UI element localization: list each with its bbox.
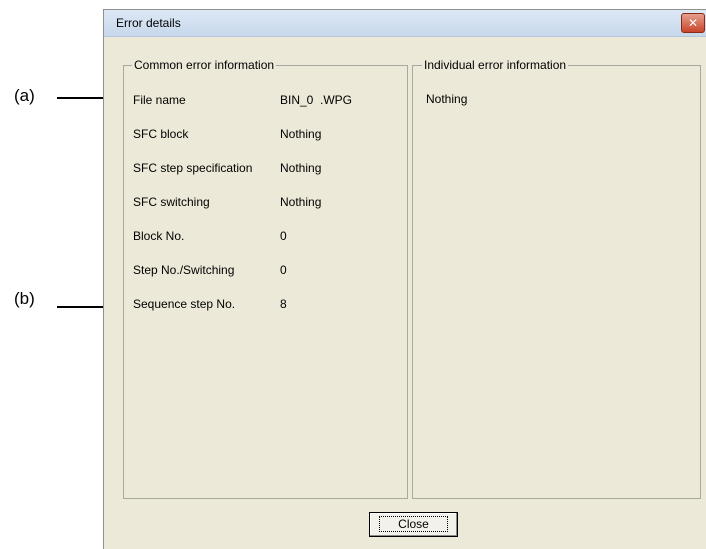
row-label: Sequence step No.	[133, 297, 236, 311]
individual-error-group: Individual error information Nothing	[412, 58, 701, 499]
row-value: 0	[280, 229, 287, 243]
page: (a) (b) Error details ✕ Common error inf…	[0, 0, 706, 549]
row-label: SFC step specification	[133, 161, 253, 175]
callout-b-label: (b)	[14, 289, 35, 308]
row-value: Nothing	[280, 195, 322, 209]
close-button[interactable]: Close	[369, 512, 458, 537]
row-label: SFC switching	[133, 195, 210, 209]
callout-a-label: (a)	[14, 86, 35, 105]
row-value: Nothing	[280, 161, 322, 175]
common-error-group: Common error information File name BIN_0…	[123, 58, 408, 499]
individual-error-text: Nothing	[426, 92, 468, 106]
row-value: BIN_0 .WPG	[280, 93, 353, 107]
common-error-legend: Common error information	[132, 58, 277, 72]
close-button-label: Close	[379, 516, 448, 532]
row-value: 8	[280, 297, 287, 311]
dialog-title: Error details	[116, 16, 181, 30]
row-label: SFC block	[133, 127, 189, 141]
row-label: Step No./Switching	[133, 263, 235, 277]
row-label: Block No.	[133, 229, 185, 243]
row-value: 0	[280, 263, 287, 277]
close-icon[interactable]: ✕	[681, 13, 705, 33]
row-value: Nothing	[280, 127, 322, 141]
error-details-dialog: Error details ✕ Common error information…	[103, 9, 706, 549]
individual-error-legend: Individual error information	[422, 58, 569, 72]
row-label: File name	[133, 93, 186, 107]
title-bar: Error details ✕	[104, 10, 706, 37]
